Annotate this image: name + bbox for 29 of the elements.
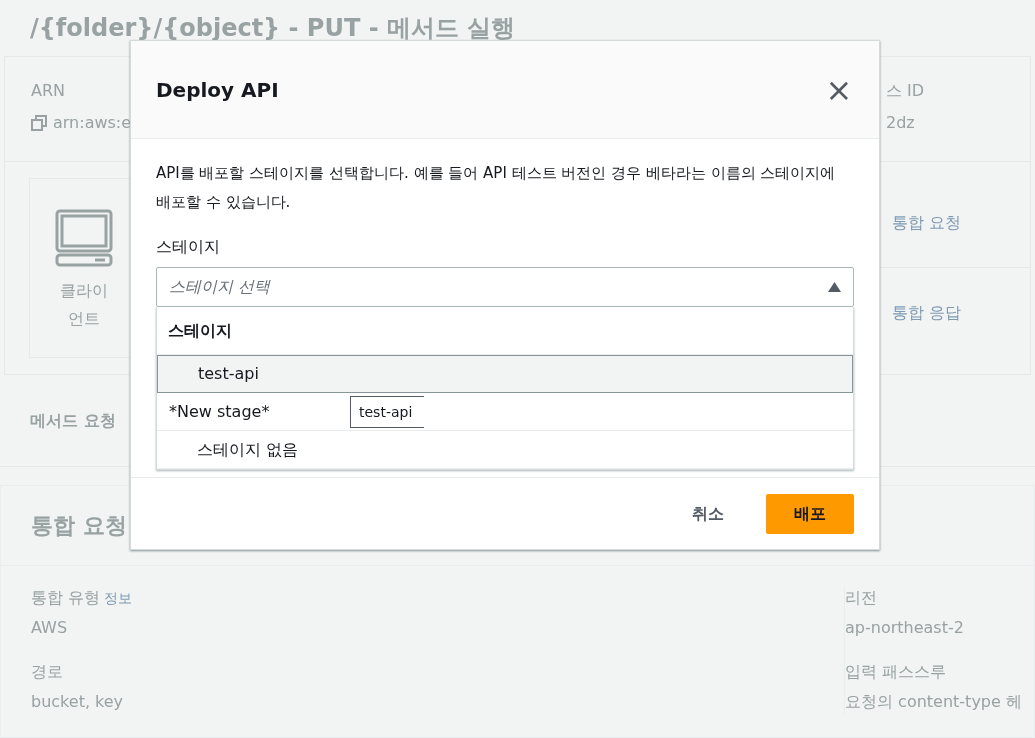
field-label: 통합 유형 <box>31 587 101 609</box>
field-value: bucket, key <box>31 691 125 713</box>
stage-option[interactable]: 스테이지 없음 <box>157 431 853 469</box>
new-stage-option[interactable]: *New stage* test-api <box>157 393 853 431</box>
deploy-button[interactable]: 배포 <box>766 493 854 534</box>
stage-label: 스테이지 <box>156 236 221 258</box>
group-label: 스테이지 <box>168 319 232 342</box>
field-value: AWS <box>31 617 69 639</box>
stage-option[interactable]: test-api <box>157 355 853 393</box>
field-value: 요청의 content-type 헤 <box>845 691 1023 713</box>
stage-select[interactable]: 스테이지 선택 <box>156 267 854 307</box>
arn-label: ARN <box>31 80 67 102</box>
field-label: 경로 <box>31 661 63 683</box>
field-label: 리전 <box>845 587 878 609</box>
monitor-icon <box>55 209 113 267</box>
dialog-description: API를 배포할 스테이지를 선택합니다. 예를 들어 API 테스트 버전인 경우 베타라는 이름의 스테이지에 배포할 수 있습니다. <box>156 163 837 213</box>
dialog-title: Deploy API <box>156 76 279 104</box>
field-value: ap-northeast-2 <box>845 617 965 639</box>
client-label: 클라이언트 <box>59 280 109 330</box>
field-label: 입력 패스스루 <box>845 661 948 683</box>
resource-id-value: 2dz <box>886 112 916 134</box>
resource-id-label: 스 ID <box>886 80 926 102</box>
close-button[interactable]: × <box>824 74 854 105</box>
cancel-button[interactable]: 취소 <box>690 501 726 526</box>
page-title: /{folder}/{object} - PUT - 메서드 실행 <box>30 14 516 42</box>
copy-icon <box>31 115 47 131</box>
arn-value: arn:aws:e <box>53 112 132 134</box>
stage-name-field[interactable]: test-api <box>350 395 424 428</box>
section-heading: 통합 요청 <box>31 512 127 540</box>
